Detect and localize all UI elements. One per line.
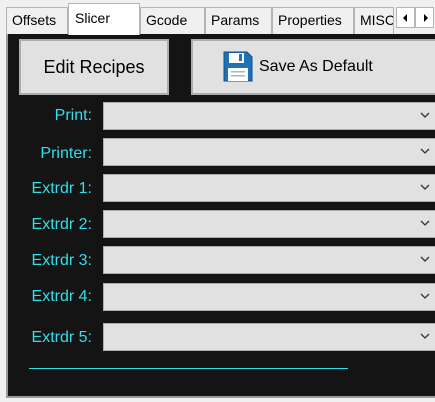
extrdr-3-label: Extrdr 3: xyxy=(31,252,92,269)
tab-misc[interactable]: MISC xyxy=(354,7,394,34)
triangle-right-icon xyxy=(424,14,428,22)
edit-recipes-label: Edit Recipes xyxy=(43,57,145,77)
extrdr-4-dropdown[interactable] xyxy=(103,283,435,311)
chevron-down-icon xyxy=(420,333,430,339)
print-label: Print: xyxy=(54,107,92,124)
printer-label: Printer: xyxy=(40,145,92,162)
tab-scroll-right-button[interactable] xyxy=(415,7,434,28)
extrdr-2-dropdown[interactable] xyxy=(103,210,435,238)
extrdr-4-label: Extrdr 4: xyxy=(31,288,92,305)
chevron-down-icon xyxy=(420,293,430,299)
extrdr-5-dropdown[interactable] xyxy=(103,323,435,351)
slicer-panel: Edit Recipes Save As Default Print: Prin… xyxy=(6,34,435,398)
print-dropdown[interactable] xyxy=(103,102,435,130)
floppy-disk-icon xyxy=(223,51,253,82)
save-as-default-button[interactable]: Save As Default xyxy=(191,39,435,95)
divider-line xyxy=(29,368,348,369)
chevron-down-icon xyxy=(420,184,430,190)
edit-recipes-button[interactable]: Edit Recipes xyxy=(19,39,169,95)
extrdr-5-label: Extrdr 5: xyxy=(31,329,92,346)
triangle-left-icon xyxy=(403,14,407,22)
chevron-down-icon xyxy=(420,256,430,262)
tab-slicer[interactable]: Slicer xyxy=(68,3,140,35)
tab-scroll-left-button[interactable] xyxy=(396,7,415,28)
tab-gcode[interactable]: Gcode xyxy=(140,7,205,34)
printer-dropdown[interactable] xyxy=(103,138,435,166)
chevron-down-icon xyxy=(420,220,430,226)
chevron-down-icon xyxy=(420,148,430,154)
extrdr-1-label: Extrdr 1: xyxy=(31,180,92,197)
extrdr-1-dropdown[interactable] xyxy=(103,174,435,202)
tab-offsets[interactable]: Offsets xyxy=(6,7,68,34)
extrdr-2-label: Extrdr 2: xyxy=(31,216,92,233)
tab-params[interactable]: Params xyxy=(205,7,272,34)
chevron-down-icon xyxy=(420,112,430,118)
tab-properties[interactable]: Properties xyxy=(272,7,354,34)
tab-strip: Offsets Slicer Gcode Params Properties M… xyxy=(0,0,435,35)
extrdr-3-dropdown[interactable] xyxy=(103,246,435,274)
save-as-default-label: Save As Default xyxy=(259,58,373,75)
